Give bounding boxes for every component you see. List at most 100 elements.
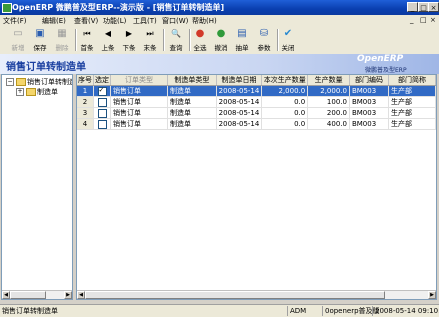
table-row[interactable]: 2 销售订单 制造单 2008-05-14 0.0 100.0 BM003 生产部 [77, 96, 436, 108]
department-code-cell: BM003 [349, 96, 389, 108]
close-icon: ✔ [283, 28, 293, 39]
column-header[interactable]: 生产数量 [307, 75, 350, 86]
select-checkbox[interactable] [93, 107, 111, 119]
next-record-button[interactable]: ▶ 下条 [119, 27, 139, 53]
collapse-icon[interactable]: − [6, 78, 14, 86]
scroll-left-icon[interactable]: ◀ [77, 291, 85, 299]
row-number: 1 [77, 85, 94, 97]
menu-view[interactable]: 查看(V) [74, 16, 98, 26]
parameters-icon: ⛁ [259, 28, 269, 39]
delete-label: 删除 [55, 44, 69, 52]
close-button[interactable]: ✔ 关闭 [278, 27, 298, 53]
column-header[interactable]: 订单类型 [110, 75, 168, 86]
grid-horizontal-scrollbar[interactable]: ◀ ▶ [77, 290, 436, 299]
save-button[interactable]: ▣ 保存 [30, 27, 50, 53]
select-checkbox[interactable] [93, 118, 111, 130]
previous-record-button[interactable]: ◀ 上条 [98, 27, 118, 53]
status-module: 销售订单转制造单 [2, 307, 58, 315]
tree-node-label: 销售订单转制造单 [27, 78, 72, 86]
department-name-cell: 生产部 [388, 118, 436, 130]
menu-window[interactable]: 窗口(W) [162, 16, 188, 26]
folder-icon [26, 88, 36, 96]
production-qty-cell: 2,000.0 [307, 85, 350, 97]
department-code-cell: BM003 [349, 107, 389, 119]
scroll-right-icon[interactable]: ▶ [428, 291, 436, 299]
manufacturing-order-date-cell: 2008-05-14 [216, 96, 263, 108]
close-label: 关闭 [281, 44, 295, 52]
title-bar: OpenERP 微鹏普及型ERP--演示版 - [销售订单转制造单] _ □ × [0, 0, 439, 15]
last-record-button[interactable]: ⏭ 末条 [140, 27, 160, 53]
tree-horizontal-scrollbar[interactable]: ◀ ▶ [2, 290, 72, 299]
select-checkbox[interactable] [93, 96, 111, 108]
menu-edit[interactable]: 编辑(E) [42, 16, 66, 26]
query-button[interactable]: 🔍 查询 [166, 27, 186, 53]
previous-record-label: 上条 [101, 44, 115, 52]
draw-order-button[interactable]: ▤ 抽单 [232, 27, 252, 53]
production-qty-cell: 100.0 [307, 96, 350, 108]
this-production-qty-cell: 0.0 [261, 118, 309, 130]
manufacturing-order-type-cell: 制造单 [167, 118, 217, 130]
menu-help[interactable]: 帮助(H) [192, 16, 217, 26]
scroll-left-icon[interactable]: ◀ [2, 291, 10, 299]
select-all-button[interactable]: ● 全选 [190, 27, 210, 53]
table-row[interactable]: 1销售订单制造单2008-05-142,000.02,000.0BM003生产部 [77, 85, 436, 97]
query-label: 查询 [169, 44, 183, 52]
delete-icon: ▦ [57, 28, 67, 39]
undo-button[interactable]: ● 撤消 [211, 27, 231, 53]
column-header[interactable]: 本次生产数量 [261, 75, 309, 86]
tree-node-root[interactable]: − 销售订单转制造单 [4, 77, 72, 86]
app-icon [2, 3, 12, 13]
close-window-button[interactable]: × [428, 2, 439, 12]
checkbox[interactable] [97, 86, 107, 96]
undo-icon: ● [216, 28, 226, 39]
menu-tools[interactable]: 工具(T) [133, 16, 157, 26]
new-button[interactable]: ▭ 新增 [8, 27, 28, 53]
save-icon: ▣ [35, 28, 45, 39]
undo-label: 撤消 [214, 44, 228, 52]
folder-icon [16, 78, 26, 86]
first-record-button[interactable]: ⏮ 首条 [77, 27, 97, 53]
scroll-thumb[interactable] [85, 291, 385, 299]
checkbox[interactable] [97, 97, 107, 107]
row-number: 4 [77, 118, 94, 130]
column-header[interactable]: 序号 [77, 75, 94, 86]
order-type-cell: 销售订单 [110, 85, 168, 97]
checkbox[interactable] [97, 119, 107, 129]
last-record-icon: ⏭ [146, 29, 154, 38]
brand-logo: OpenERP 微鹏普及型ERP [345, 54, 437, 74]
menu-bar: 文件(F) 编辑(E) 查看(V) 功能(L) 工具(T) 窗口(W) 帮助(H… [0, 15, 439, 26]
tree-panel: − 销售订单转制造单 + 制造单 ◀ ▶ [1, 74, 73, 300]
department-code-cell: BM003 [349, 85, 389, 97]
delete-button[interactable]: ▦ 删除 [52, 27, 72, 53]
checkbox[interactable] [97, 108, 107, 118]
select-checkbox[interactable] [93, 85, 111, 97]
draw-order-icon: ▤ [237, 28, 247, 39]
column-header[interactable]: 制造单类型 [167, 75, 217, 86]
select-all-icon: ● [195, 28, 205, 39]
menu-function[interactable]: 功能(L) [103, 16, 126, 26]
new-icon: ▭ [13, 28, 23, 39]
menu-file[interactable]: 文件(F) [3, 16, 27, 26]
row-number: 2 [77, 96, 94, 108]
manufacturing-order-date-cell: 2008-05-14 [216, 118, 263, 130]
department-name-cell: 生产部 [388, 85, 436, 97]
column-header[interactable]: 部门简称 [388, 75, 436, 86]
scroll-thumb[interactable] [10, 291, 46, 299]
scroll-right-icon[interactable]: ▶ [64, 291, 72, 299]
tree-node-manufacturing-order[interactable]: + 制造单 [10, 87, 72, 96]
minimize-button[interactable]: _ [407, 2, 418, 12]
column-header[interactable]: 选定 [93, 75, 111, 86]
child-restore-button[interactable]: □ [420, 16, 427, 24]
column-header[interactable]: 制造单日期 [216, 75, 263, 86]
page-title: 销售订单转制造单 [6, 62, 86, 73]
column-header[interactable]: 部门编码 [349, 75, 389, 86]
child-minimize-button[interactable]: _ [410, 16, 414, 24]
new-label: 新增 [11, 44, 25, 52]
table-row[interactable]: 3 销售订单 制造单 2008-05-14 0.0 200.0 BM003 生产部 [77, 107, 436, 119]
order-type-cell: 销售订单 [110, 118, 168, 130]
table-row[interactable]: 4 销售订单 制造单 2008-05-14 0.0 400.0 BM003 生产部 [77, 118, 436, 130]
child-close-button[interactable]: × [430, 16, 436, 24]
expand-icon[interactable]: + [16, 88, 24, 96]
parameters-button[interactable]: ⛁ 参数 [254, 27, 274, 53]
toolbar: ▭ 新增 ▣ 保存 ▦ 删除 ⏮ 首条 ◀ 上条 ▶ 下条 ⏭ 末条 🔍 查询 … [0, 26, 439, 55]
